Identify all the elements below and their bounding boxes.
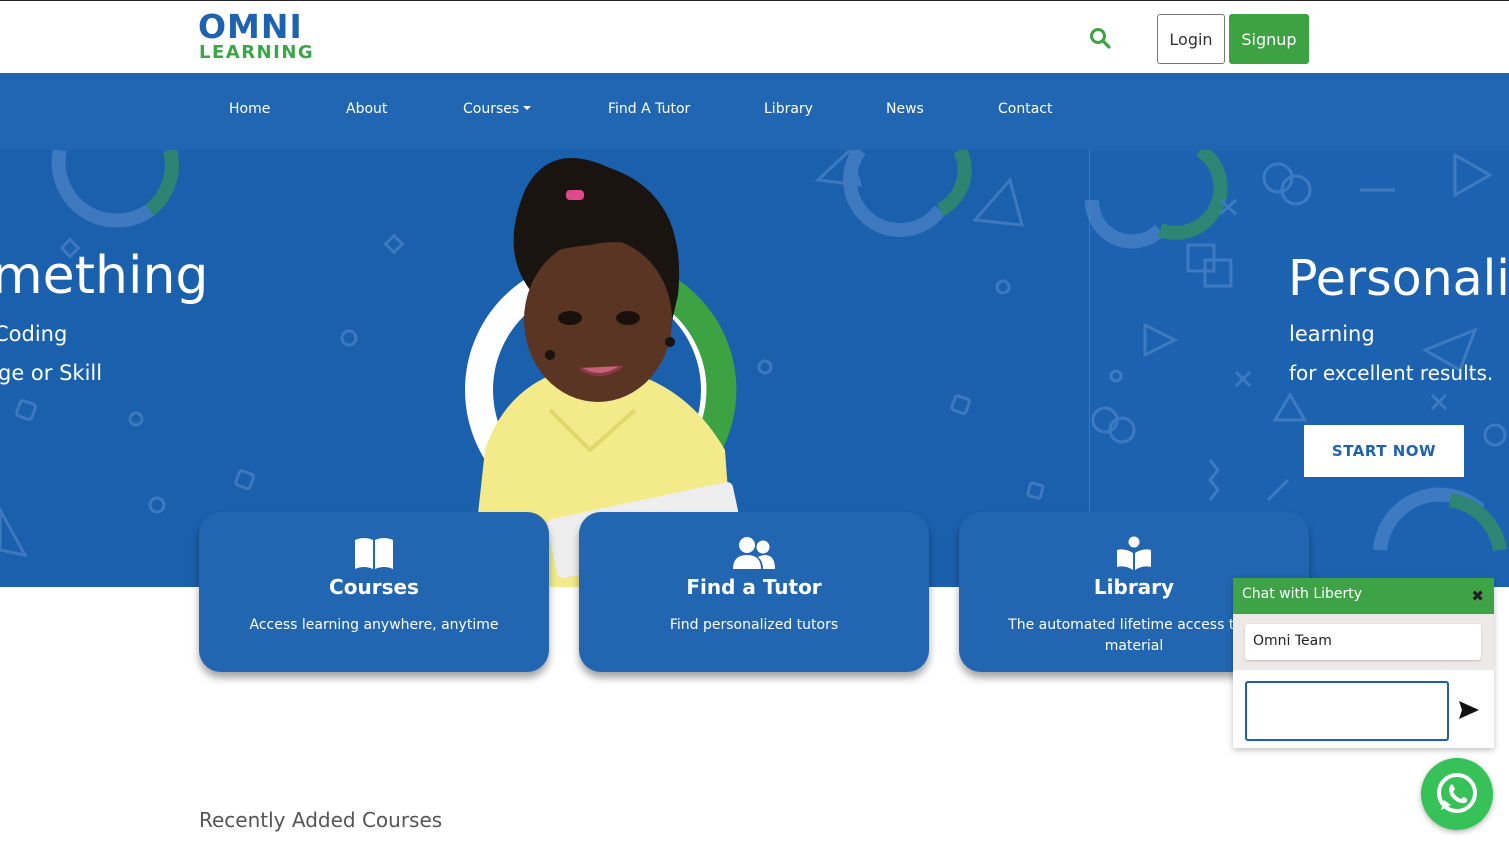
nav-about[interactable]: About — [346, 101, 387, 117]
hero-right-title: Personali — [1288, 250, 1509, 307]
search-icon[interactable] — [1089, 27, 1111, 49]
main-navbar: Home About Courses Find A Tutor Library … — [0, 73, 1509, 150]
send-icon[interactable] — [1457, 698, 1481, 722]
close-icon[interactable]: ✖ — [1471, 587, 1484, 605]
card-description: Find personalized tutors — [669, 617, 839, 633]
users-icon — [733, 537, 775, 569]
whatsapp-icon — [1437, 773, 1477, 813]
recent-courses-heading: Recently Added Courses — [199, 808, 443, 832]
nav-news[interactable]: News — [886, 101, 924, 117]
chat-message: Omni Team — [1245, 624, 1481, 660]
signup-button[interactable]: Signup — [1229, 14, 1309, 64]
chat-header[interactable]: Chat with Liberty ✖ — [1233, 578, 1494, 614]
chat-input-area — [1233, 670, 1494, 748]
nav-courses-label: Courses — [463, 101, 520, 117]
card-find-a-tutor[interactable]: Find a Tutor Find personalized tutors — [579, 512, 929, 672]
start-now-button[interactable]: START NOW — [1304, 425, 1464, 477]
hero-left-title: mething — [0, 246, 209, 306]
hero-left-subtitle-2: ge or Skill — [0, 361, 103, 385]
top-header: OMNI LEARNING Login Signup — [0, 0, 1509, 73]
card-title: Find a Tutor — [686, 575, 822, 599]
chat-title: Chat with Liberty — [1242, 586, 1363, 602]
logo-learning-text: LEARNING — [199, 42, 315, 63]
card-courses[interactable]: Courses Access learning anywhere, anytim… — [199, 512, 549, 672]
logo-omni-text: OMNI — [198, 7, 303, 46]
whatsapp-button[interactable] — [1421, 758, 1493, 830]
login-button[interactable]: Login — [1157, 14, 1225, 64]
nav-find-a-tutor[interactable]: Find A Tutor — [608, 101, 690, 117]
chat-widget: Chat with Liberty ✖ Omni Team — [1233, 578, 1494, 748]
hero-right-subtitle-1: learning — [1289, 322, 1375, 346]
omni-learning-logo[interactable]: OMNI LEARNING — [198, 10, 316, 66]
book-reader-icon — [1117, 536, 1151, 570]
hero-left-subtitle-1: Coding — [0, 322, 68, 346]
nav-home[interactable]: Home — [229, 101, 270, 117]
card-description: Access learning anywhere, anytime — [249, 617, 499, 633]
card-title: Courses — [329, 575, 419, 599]
book-open-icon — [355, 538, 393, 569]
nav-library[interactable]: Library — [764, 101, 813, 117]
nav-contact[interactable]: Contact — [998, 101, 1052, 117]
chat-message-input[interactable] — [1245, 681, 1449, 741]
caret-down-icon — [523, 106, 532, 110]
nav-courses[interactable]: Courses — [463, 101, 532, 117]
hero-right-subtitle-2: for excellent results. — [1289, 361, 1494, 385]
